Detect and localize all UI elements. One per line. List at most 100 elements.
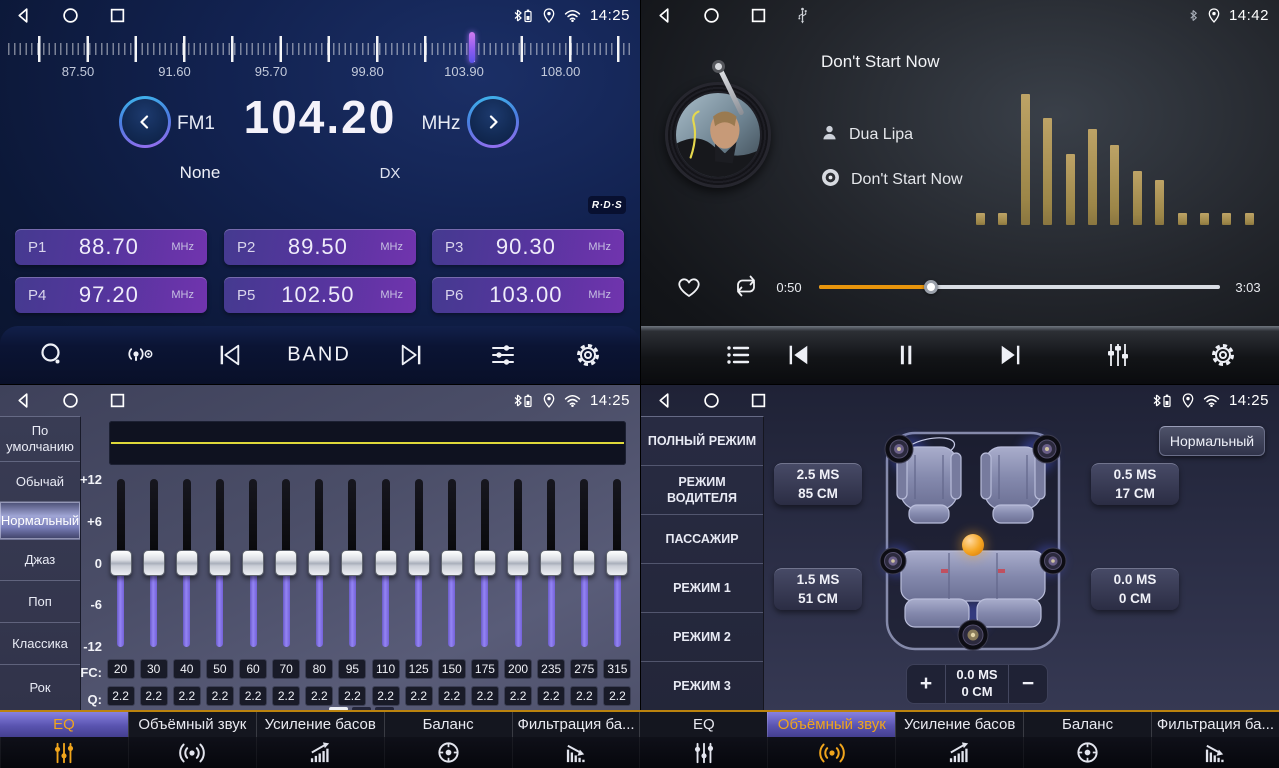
broadcast-icon[interactable] xyxy=(124,342,154,368)
slider-handle[interactable] xyxy=(507,550,529,576)
preset-p1-button[interactable]: P1 88.70 MHz xyxy=(15,229,207,265)
nav-back-button[interactable] xyxy=(15,7,32,24)
tab-balance-right[interactable]: Баланс xyxy=(1023,712,1151,768)
previous-station-icon[interactable] xyxy=(216,342,242,368)
gain-slider[interactable] xyxy=(143,479,165,647)
progress-bar[interactable] xyxy=(819,285,1220,289)
mode-1[interactable]: РЕЖИМ 1 xyxy=(641,564,763,613)
next-station-icon[interactable] xyxy=(399,342,425,368)
slider-handle[interactable] xyxy=(275,550,297,576)
gain-slider[interactable] xyxy=(176,479,198,647)
gain-slider[interactable] xyxy=(242,479,264,647)
nav-back-button[interactable] xyxy=(656,7,673,24)
gain-slider[interactable] xyxy=(606,479,628,647)
gain-slider[interactable] xyxy=(408,479,430,647)
tab-bass-boost-left[interactable]: Усиление басов xyxy=(256,712,384,768)
gain-slider[interactable] xyxy=(474,479,496,647)
pause-icon[interactable] xyxy=(893,342,919,368)
mode-driver[interactable]: РЕЖИМ ВОДИТЕЛЯ xyxy=(641,466,763,515)
gain-slider[interactable] xyxy=(441,479,463,647)
car-cabin-map[interactable] xyxy=(867,421,1079,666)
gain-slider[interactable] xyxy=(341,479,363,647)
gain-slider[interactable] xyxy=(540,479,562,647)
tab-eq-left[interactable]: EQ xyxy=(0,712,128,768)
slider-handle[interactable] xyxy=(573,550,595,576)
eq-preset-default[interactable]: По умолчанию xyxy=(0,417,80,462)
preset-p4-button[interactable]: P4 97.20 MHz xyxy=(15,277,207,313)
slider-handle[interactable] xyxy=(606,550,628,576)
audio-faders-icon[interactable] xyxy=(1104,341,1132,369)
progress-knob[interactable] xyxy=(924,280,938,294)
album-art[interactable] xyxy=(665,82,771,188)
settings-gear-icon[interactable] xyxy=(574,341,602,369)
nav-home-button[interactable] xyxy=(62,7,79,24)
tab-eq-right[interactable]: EQ xyxy=(639,712,767,768)
slider-handle[interactable] xyxy=(143,550,165,576)
favorite-heart-icon[interactable] xyxy=(674,272,704,300)
mode-3[interactable]: РЕЖИМ 3 xyxy=(641,662,763,711)
preset-p2-button[interactable]: P2 89.50 MHz xyxy=(224,229,416,265)
delay-rear-left[interactable]: 1.5 MS 51 CM xyxy=(774,568,862,610)
tab-bass-boost-right[interactable]: Усиление басов xyxy=(895,712,1023,768)
delay-front-right[interactable]: 0.5 MS 17 CM xyxy=(1091,463,1179,505)
sub-delay-minus-button[interactable]: − xyxy=(1009,665,1047,703)
slider-handle[interactable] xyxy=(110,550,132,576)
preset-p5-button[interactable]: P5 102.50 MHz xyxy=(224,277,416,313)
tab-balance-left[interactable]: Баланс xyxy=(384,712,512,768)
audio-settings-icon[interactable] xyxy=(489,341,517,369)
eq-preset-rock[interactable]: Рок xyxy=(0,665,80,711)
slider-handle[interactable] xyxy=(474,550,496,576)
mode-2[interactable]: РЕЖИМ 2 xyxy=(641,613,763,662)
tab-bass-filter-left[interactable]: Фильтрация ба... xyxy=(512,712,640,768)
sub-delay-plus-button[interactable]: + xyxy=(907,665,945,703)
slider-handle[interactable] xyxy=(242,550,264,576)
mode-passenger[interactable]: ПАССАЖИР xyxy=(641,515,763,564)
gain-slider[interactable] xyxy=(573,479,595,647)
nav-home-button[interactable] xyxy=(703,7,720,24)
gain-slider[interactable] xyxy=(308,479,330,647)
soundfield-preset-button[interactable]: Нормальный xyxy=(1159,426,1265,456)
slider-handle[interactable] xyxy=(408,550,430,576)
delay-rear-right[interactable]: 0.0 MS 0 CM xyxy=(1091,568,1179,610)
tab-surround-left[interactable]: Объёмный звук xyxy=(128,712,256,768)
nav-recents-button[interactable] xyxy=(750,7,767,24)
nav-home-button[interactable] xyxy=(703,392,720,409)
band-button[interactable]: BAND xyxy=(287,344,351,367)
gain-slider[interactable] xyxy=(209,479,231,647)
slider-handle[interactable] xyxy=(540,550,562,576)
slider-handle[interactable] xyxy=(341,550,363,576)
slider-handle[interactable] xyxy=(441,550,463,576)
nav-recents-button[interactable] xyxy=(109,392,126,409)
tuning-scale[interactable] xyxy=(8,36,634,62)
mode-full[interactable]: ПОЛНЫЙ РЕЖИМ xyxy=(641,417,763,466)
bluetooth-battery-icon xyxy=(512,8,534,23)
slider-handle[interactable] xyxy=(176,550,198,576)
band-q-value: 2.2 xyxy=(272,686,300,706)
seek-down-button[interactable] xyxy=(119,96,171,148)
gain-slider[interactable] xyxy=(507,479,529,647)
nav-recents-button[interactable] xyxy=(750,392,767,409)
slider-handle[interactable] xyxy=(308,550,330,576)
nav-back-button[interactable] xyxy=(656,392,673,409)
slider-handle[interactable] xyxy=(375,550,397,576)
gain-slider[interactable] xyxy=(375,479,397,647)
repeat-icon[interactable] xyxy=(731,273,761,299)
tab-surround-right[interactable]: Объёмный звук xyxy=(767,712,895,768)
gain-slider[interactable] xyxy=(110,479,132,647)
playlist-icon[interactable] xyxy=(724,342,752,368)
delay-front-left[interactable]: 2.5 MS 85 CM xyxy=(774,463,862,505)
next-track-icon[interactable] xyxy=(998,342,1024,368)
nav-back-button[interactable] xyxy=(15,392,32,409)
search-icon[interactable] xyxy=(38,341,66,369)
previous-track-icon[interactable] xyxy=(785,342,811,368)
seek-up-button[interactable] xyxy=(467,96,519,148)
tuning-indicator xyxy=(469,32,475,63)
tab-bass-filter-right[interactable]: Фильтрация ба... xyxy=(1151,712,1279,768)
preset-p6-button[interactable]: P6 103.00 MHz xyxy=(432,277,624,313)
settings-gear-icon[interactable] xyxy=(1209,341,1237,369)
preset-p3-button[interactable]: P3 90.30 MHz xyxy=(432,229,624,265)
nav-home-button[interactable] xyxy=(62,392,79,409)
nav-recents-button[interactable] xyxy=(109,7,126,24)
gain-slider[interactable] xyxy=(275,479,297,647)
slider-handle[interactable] xyxy=(209,550,231,576)
